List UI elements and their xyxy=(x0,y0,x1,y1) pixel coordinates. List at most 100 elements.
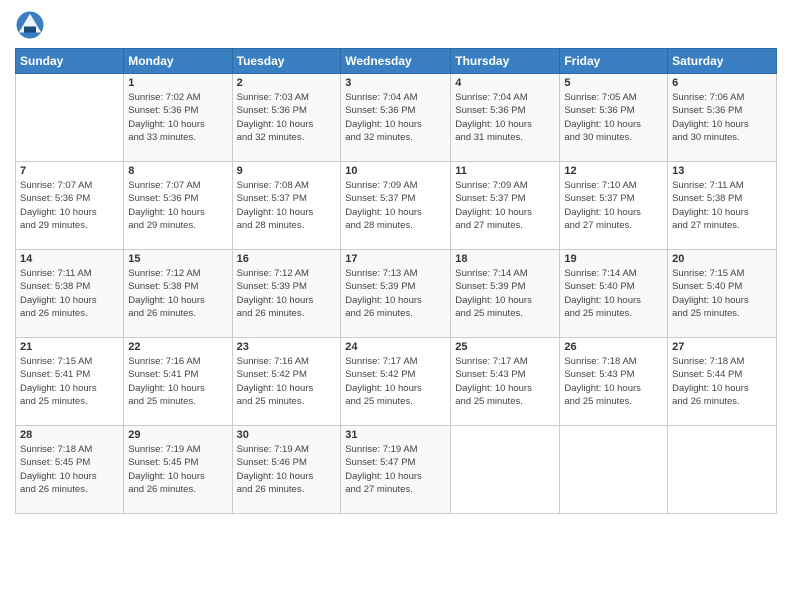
calendar-cell: 19 Sunrise: 7:14 AM Sunset: 5:40 PM Dayli… xyxy=(560,250,668,338)
day-number: 22 xyxy=(128,341,227,353)
day-number: 31 xyxy=(345,429,446,441)
calendar-cell xyxy=(451,426,560,514)
day-info: Sunrise: 7:12 AM Sunset: 5:39 PM Dayligh… xyxy=(237,267,337,320)
calendar-cell: 17 Sunrise: 7:13 AM Sunset: 5:39 PM Dayli… xyxy=(341,250,451,338)
day-number: 24 xyxy=(345,341,446,353)
day-info: Sunrise: 7:18 AM Sunset: 5:45 PM Dayligh… xyxy=(20,443,119,496)
calendar-cell xyxy=(16,74,124,162)
week-row-1: 1 Sunrise: 7:02 AM Sunset: 5:36 PM Daylig… xyxy=(16,74,777,162)
logo xyxy=(15,10,49,40)
calendar-cell: 24 Sunrise: 7:17 AM Sunset: 5:42 PM Dayli… xyxy=(341,338,451,426)
day-info: Sunrise: 7:04 AM Sunset: 5:36 PM Dayligh… xyxy=(455,91,555,144)
day-number: 21 xyxy=(20,341,119,353)
calendar-cell: 12 Sunrise: 7:10 AM Sunset: 5:37 PM Dayli… xyxy=(560,162,668,250)
day-info: Sunrise: 7:11 AM Sunset: 5:38 PM Dayligh… xyxy=(20,267,119,320)
day-number: 17 xyxy=(345,253,446,265)
day-info: Sunrise: 7:18 AM Sunset: 5:43 PM Dayligh… xyxy=(564,355,663,408)
header-day-saturday: Saturday xyxy=(668,49,777,74)
calendar-cell: 20 Sunrise: 7:15 AM Sunset: 5:40 PM Dayli… xyxy=(668,250,777,338)
day-info: Sunrise: 7:16 AM Sunset: 5:42 PM Dayligh… xyxy=(237,355,337,408)
day-info: Sunrise: 7:07 AM Sunset: 5:36 PM Dayligh… xyxy=(128,179,227,232)
day-info: Sunrise: 7:05 AM Sunset: 5:36 PM Dayligh… xyxy=(564,91,663,144)
day-info: Sunrise: 7:18 AM Sunset: 5:44 PM Dayligh… xyxy=(672,355,772,408)
header-day-monday: Monday xyxy=(124,49,232,74)
day-number: 27 xyxy=(672,341,772,353)
calendar-cell: 13Sunrise: 7:11 AM Sunset: 5:38 PM Dayli… xyxy=(668,162,777,250)
calendar-cell: 11 Sunrise: 7:09 AM Sunset: 5:37 PM Dayli… xyxy=(451,162,560,250)
day-number: 3 xyxy=(345,77,446,89)
day-info: Sunrise: 7:17 AM Sunset: 5:43 PM Dayligh… xyxy=(455,355,555,408)
day-number: 25 xyxy=(455,341,555,353)
day-number: 9 xyxy=(237,165,337,177)
day-number: 16 xyxy=(237,253,337,265)
day-info: Sunrise: 7:07 AM Sunset: 5:36 PM Dayligh… xyxy=(20,179,119,232)
day-number: 5 xyxy=(564,77,663,89)
day-number: 18 xyxy=(455,253,555,265)
day-info: Sunrise: 7:13 AM Sunset: 5:39 PM Dayligh… xyxy=(345,267,446,320)
header-row: SundayMondayTuesdayWednesdayThursdayFrid… xyxy=(16,49,777,74)
day-info: Sunrise: 7:14 AM Sunset: 5:39 PM Dayligh… xyxy=(455,267,555,320)
calendar-cell: 4Sunrise: 7:04 AM Sunset: 5:36 PM Daylig… xyxy=(451,74,560,162)
calendar-cell: 22 Sunrise: 7:16 AM Sunset: 5:41 PM Dayli… xyxy=(124,338,232,426)
calendar-cell: 30 Sunrise: 7:19 AM Sunset: 5:46 PM Dayli… xyxy=(232,426,341,514)
day-number: 15 xyxy=(128,253,227,265)
day-number: 30 xyxy=(237,429,337,441)
day-number: 13 xyxy=(672,165,772,177)
day-info: Sunrise: 7:09 AM Sunset: 5:37 PM Dayligh… xyxy=(455,179,555,232)
day-info: Sunrise: 7:19 AM Sunset: 5:47 PM Dayligh… xyxy=(345,443,446,496)
calendar-body: 1 Sunrise: 7:02 AM Sunset: 5:36 PM Daylig… xyxy=(16,74,777,514)
header-day-thursday: Thursday xyxy=(451,49,560,74)
day-number: 20 xyxy=(672,253,772,265)
day-info: Sunrise: 7:15 AM Sunset: 5:41 PM Dayligh… xyxy=(20,355,119,408)
calendar-cell: 15 Sunrise: 7:12 AM Sunset: 5:38 PM Dayli… xyxy=(124,250,232,338)
calendar-cell: 31 Sunrise: 7:19 AM Sunset: 5:47 PM Dayli… xyxy=(341,426,451,514)
day-number: 7 xyxy=(20,165,119,177)
calendar-cell: 7 Sunrise: 7:07 AM Sunset: 5:36 PM Daylig… xyxy=(16,162,124,250)
day-number: 19 xyxy=(564,253,663,265)
day-number: 8 xyxy=(128,165,227,177)
calendar-cell: 3 Sunrise: 7:04 AM Sunset: 5:36 PM Daylig… xyxy=(341,74,451,162)
day-info: Sunrise: 7:17 AM Sunset: 5:42 PM Dayligh… xyxy=(345,355,446,408)
day-number: 2 xyxy=(237,77,337,89)
calendar-cell xyxy=(560,426,668,514)
day-info: Sunrise: 7:19 AM Sunset: 5:45 PM Dayligh… xyxy=(128,443,227,496)
day-info: Sunrise: 7:03 AM Sunset: 5:36 PM Dayligh… xyxy=(237,91,337,144)
logo-icon xyxy=(15,10,45,40)
header-day-tuesday: Tuesday xyxy=(232,49,341,74)
day-number: 11 xyxy=(455,165,555,177)
header-day-wednesday: Wednesday xyxy=(341,49,451,74)
day-number: 23 xyxy=(237,341,337,353)
calendar-cell: 8 Sunrise: 7:07 AM Sunset: 5:36 PM Daylig… xyxy=(124,162,232,250)
day-info: Sunrise: 7:14 AM Sunset: 5:40 PM Dayligh… xyxy=(564,267,663,320)
calendar-cell: 1 Sunrise: 7:02 AM Sunset: 5:36 PM Daylig… xyxy=(124,74,232,162)
week-row-3: 14 Sunrise: 7:11 AM Sunset: 5:38 PM Dayli… xyxy=(16,250,777,338)
day-number: 12 xyxy=(564,165,663,177)
calendar-cell: 18 Sunrise: 7:14 AM Sunset: 5:39 PM Dayli… xyxy=(451,250,560,338)
header xyxy=(15,10,777,40)
day-info: Sunrise: 7:08 AM Sunset: 5:37 PM Dayligh… xyxy=(237,179,337,232)
calendar-cell xyxy=(668,426,777,514)
day-info: Sunrise: 7:04 AM Sunset: 5:36 PM Dayligh… xyxy=(345,91,446,144)
calendar-cell: 25 Sunrise: 7:17 AM Sunset: 5:43 PM Dayli… xyxy=(451,338,560,426)
header-day-sunday: Sunday xyxy=(16,49,124,74)
day-number: 1 xyxy=(128,77,227,89)
day-number: 14 xyxy=(20,253,119,265)
calendar-cell: 23 Sunrise: 7:16 AM Sunset: 5:42 PM Dayli… xyxy=(232,338,341,426)
page: SundayMondayTuesdayWednesdayThursdayFrid… xyxy=(0,0,792,612)
day-info: Sunrise: 7:06 AM Sunset: 5:36 PM Dayligh… xyxy=(672,91,772,144)
calendar-cell: 29Sunrise: 7:19 AM Sunset: 5:45 PM Dayli… xyxy=(124,426,232,514)
day-number: 10 xyxy=(345,165,446,177)
day-number: 6 xyxy=(672,77,772,89)
calendar-cell: 16 Sunrise: 7:12 AM Sunset: 5:39 PM Dayli… xyxy=(232,250,341,338)
day-number: 28 xyxy=(20,429,119,441)
calendar-cell: 2 Sunrise: 7:03 AM Sunset: 5:36 PM Daylig… xyxy=(232,74,341,162)
day-info: Sunrise: 7:15 AM Sunset: 5:40 PM Dayligh… xyxy=(672,267,772,320)
calendar-header: SundayMondayTuesdayWednesdayThursdayFrid… xyxy=(16,49,777,74)
day-info: Sunrise: 7:10 AM Sunset: 5:37 PM Dayligh… xyxy=(564,179,663,232)
day-info: Sunrise: 7:19 AM Sunset: 5:46 PM Dayligh… xyxy=(237,443,337,496)
week-row-2: 7 Sunrise: 7:07 AM Sunset: 5:36 PM Daylig… xyxy=(16,162,777,250)
day-info: Sunrise: 7:02 AM Sunset: 5:36 PM Dayligh… xyxy=(128,91,227,144)
day-info: Sunrise: 7:12 AM Sunset: 5:38 PM Dayligh… xyxy=(128,267,227,320)
day-info: Sunrise: 7:16 AM Sunset: 5:41 PM Dayligh… xyxy=(128,355,227,408)
calendar-cell: 5 Sunrise: 7:05 AM Sunset: 5:36 PM Daylig… xyxy=(560,74,668,162)
